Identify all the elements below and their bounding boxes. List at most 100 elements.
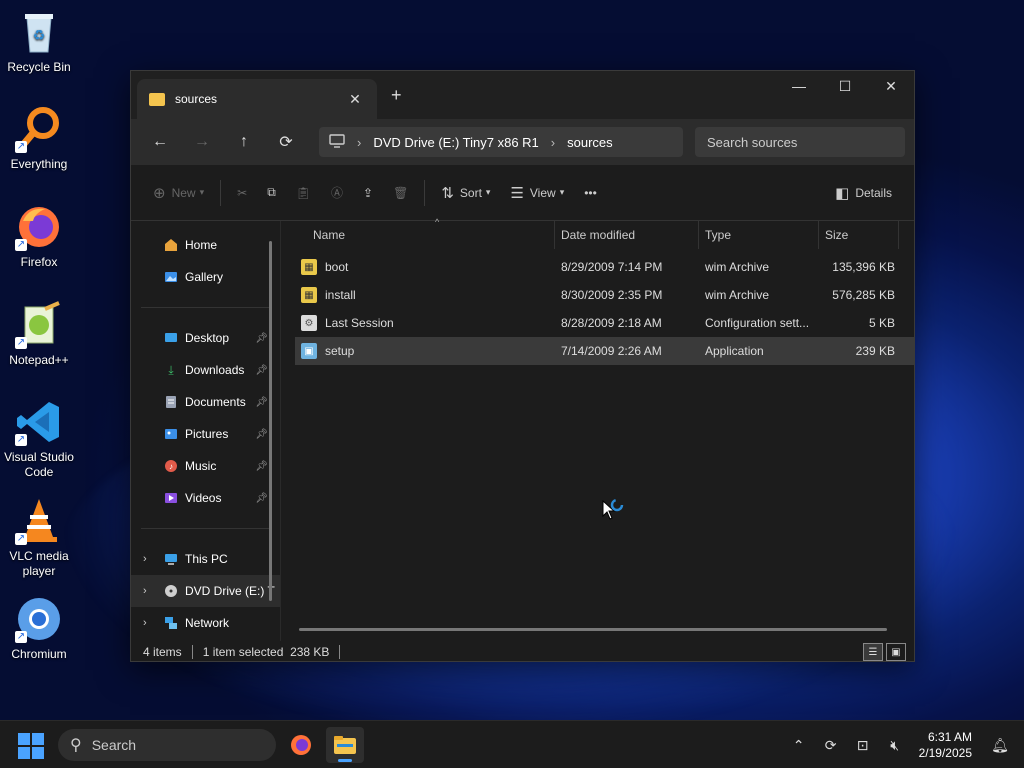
sidebar-item-label: Network xyxy=(185,616,230,630)
taskbar-search[interactable]: ⚲ Search xyxy=(58,729,276,761)
maximize-button[interactable]: ☐ xyxy=(822,71,868,101)
desktop-icon-vscode[interactable]: ↗ Visual Studio Code xyxy=(0,398,78,480)
view-button[interactable]: ☰ View ▾ xyxy=(500,177,574,209)
chevron-right-icon[interactable]: › xyxy=(143,553,147,565)
close-button[interactable]: ✕ xyxy=(868,71,914,101)
navigation-pane: Home Gallery Desktop 📌︎ ⤓ Downloads 📌︎ D… xyxy=(131,221,281,641)
sidebar-item-label: Videos xyxy=(185,491,222,505)
breadcrumb-dvd-drive[interactable]: DVD Drive (E:) Tiny7 x86 R1 xyxy=(373,135,538,150)
taskbar-search-label: Search xyxy=(91,737,137,753)
network-status-icon[interactable]: ⊡ xyxy=(847,737,879,754)
column-header-size[interactable]: Size xyxy=(819,221,899,249)
desktop-icon-label: Everything xyxy=(10,157,68,171)
clock[interactable]: 6:31 AM 2/19/2025 xyxy=(919,729,972,761)
sidebar-scrollbar[interactable] xyxy=(269,241,272,601)
rename-button[interactable]: Ⓐ xyxy=(321,177,353,209)
sidebar-item-desktop[interactable]: Desktop 📌︎ xyxy=(131,322,280,354)
more-options-button[interactable]: ••• xyxy=(574,177,607,209)
address-bar[interactable]: › DVD Drive (E:) Tiny7 x86 R1 › sources xyxy=(319,127,683,157)
up-button[interactable]: ↑ xyxy=(223,126,265,158)
file-explorer-icon xyxy=(334,736,356,754)
sidebar-item-home[interactable]: Home xyxy=(131,229,280,261)
dvd-drive-icon xyxy=(163,583,179,599)
sidebar-item-videos[interactable]: Videos 📌︎ xyxy=(131,482,280,514)
file-row-setup[interactable]: ▣ setup 7/14/2009 2:26 AM Application 23… xyxy=(295,337,914,365)
view-toggle: ☰ ▣ xyxy=(860,643,906,661)
chromium-icon: ↗ xyxy=(15,595,63,643)
sidebar-item-dvd-drive[interactable]: › DVD Drive (E:) T xyxy=(131,575,280,607)
forward-button[interactable]: → xyxy=(181,126,223,158)
command-bar: ⊕ New ▾ ✂ ⧉ 📋︎ Ⓐ ⇪ 🗑︎ ⇅ Sort ▾ ☰ View ▾ … xyxy=(131,165,914,221)
close-tab-icon[interactable]: ✕ xyxy=(345,91,365,108)
pin-icon[interactable]: 📌︎ xyxy=(255,397,268,408)
pin-icon[interactable]: 📌︎ xyxy=(255,365,268,376)
toolbar-divider xyxy=(220,179,222,206)
desktop-icon-notepad-plus-plus[interactable]: ↗ Notepad++ xyxy=(0,301,78,368)
details-view-icon[interactable]: ☰ xyxy=(863,643,883,661)
refresh-button[interactable]: ⟳ xyxy=(265,126,307,158)
start-button[interactable] xyxy=(18,733,44,759)
back-button[interactable]: ← xyxy=(139,126,181,158)
new-tab-button[interactable]: + xyxy=(391,85,402,106)
chevron-right-icon: › xyxy=(357,134,362,150)
new-button[interactable]: ⊕ New ▾ xyxy=(143,177,214,209)
pin-icon[interactable]: 📌︎ xyxy=(255,461,268,472)
shortcut-arrow-icon: ↗ xyxy=(15,434,27,446)
sync-update-icon[interactable]: ⟳ xyxy=(815,737,847,754)
sidebar-item-this-pc[interactable]: › This PC xyxy=(131,543,280,575)
copy-button[interactable]: ⧉ xyxy=(257,177,286,209)
search-input[interactable]: Search sources xyxy=(695,127,905,157)
system-tray: ⌃ ⟳ ⊡ 🔇︎ 6:31 AM 2/19/2025 🔔︎ xyxy=(783,721,1024,768)
delete-button[interactable]: 🗑︎ xyxy=(383,177,418,209)
file-row-boot[interactable]: ▦ boot 8/29/2009 7:14 PM wim Archive 135… xyxy=(295,253,914,281)
file-size: 5 KB xyxy=(868,316,895,330)
desktop-icon-recycle-bin[interactable]: ♻ Recycle Bin xyxy=(0,8,78,75)
sidebar-item-gallery[interactable]: Gallery xyxy=(131,261,280,293)
pin-icon[interactable]: 📌︎ xyxy=(255,493,268,504)
tiles-view-icon[interactable]: ▣ xyxy=(886,643,906,661)
pin-icon[interactable]: 📌︎ xyxy=(255,429,268,440)
column-header-type[interactable]: Type xyxy=(699,221,819,249)
sidebar-item-network[interactable]: › Network xyxy=(131,607,280,639)
tab-sources[interactable]: sources ✕ xyxy=(137,79,377,119)
notifications-bell-icon[interactable]: 🔔︎ xyxy=(984,737,1016,754)
chevron-right-icon[interactable]: › xyxy=(143,617,147,629)
file-row-install[interactable]: ▦ install 8/30/2009 2:35 PM wim Archive … xyxy=(295,281,914,309)
paste-button[interactable]: 📋︎ xyxy=(286,177,321,209)
desktop-icon-everything[interactable]: ↗ Everything xyxy=(0,105,78,172)
desktop-icon-label: VLC media player xyxy=(9,549,69,578)
file-row-last-session[interactable]: ⚙ Last Session 8/28/2009 2:18 AM Configu… xyxy=(295,309,914,337)
firefox-icon: ↗ xyxy=(15,203,63,251)
breadcrumb-sources[interactable]: sources xyxy=(567,135,613,150)
desktop-icon-chromium[interactable]: ↗ Chromium xyxy=(0,595,78,662)
sort-button[interactable]: ⇅ Sort ▾ xyxy=(431,177,500,209)
config-file-icon: ⚙ xyxy=(301,315,317,331)
tab-label: sources xyxy=(175,92,218,106)
file-name-cell: ▣ setup xyxy=(295,343,555,359)
sidebar-item-pictures[interactable]: Pictures 📌︎ xyxy=(131,418,280,450)
sidebar-item-documents[interactable]: Documents 📌︎ xyxy=(131,386,280,418)
column-header-name[interactable]: Name xyxy=(295,221,555,249)
desktop-icon-firefox[interactable]: ↗ Firefox xyxy=(0,203,78,270)
minimize-button[interactable]: — xyxy=(776,71,822,101)
chevron-right-icon[interactable]: › xyxy=(143,585,147,597)
status-divider xyxy=(191,645,193,659)
details-button[interactable]: ◧ Details xyxy=(825,177,902,209)
windows-logo-icon xyxy=(18,747,30,759)
pin-icon[interactable]: 📌︎ xyxy=(255,333,268,344)
column-header-date-modified[interactable]: Date modified xyxy=(555,221,699,249)
cut-button[interactable]: ✂ xyxy=(227,177,257,209)
clipboard-icon: 📋︎ xyxy=(295,185,311,200)
sidebar-item-music[interactable]: ♪ Music 📌︎ xyxy=(131,450,280,482)
taskbar-firefox[interactable] xyxy=(282,727,320,763)
horizontal-scrollbar[interactable] xyxy=(299,628,887,631)
share-button[interactable]: ⇪ xyxy=(353,177,383,209)
sidebar-item-downloads[interactable]: ⤓ Downloads 📌︎ xyxy=(131,354,280,386)
taskbar-file-explorer[interactable] xyxy=(326,727,364,763)
shortcut-arrow-icon: ↗ xyxy=(15,239,27,251)
documents-folder-icon xyxy=(163,394,179,410)
volume-muted-icon[interactable]: 🔇︎ xyxy=(879,737,911,754)
desktop-icon-vlc[interactable]: ↗ VLC media player xyxy=(0,497,78,579)
file-name: setup xyxy=(325,344,355,358)
show-hidden-icons-chevron-up-icon[interactable]: ⌃ xyxy=(783,737,815,754)
